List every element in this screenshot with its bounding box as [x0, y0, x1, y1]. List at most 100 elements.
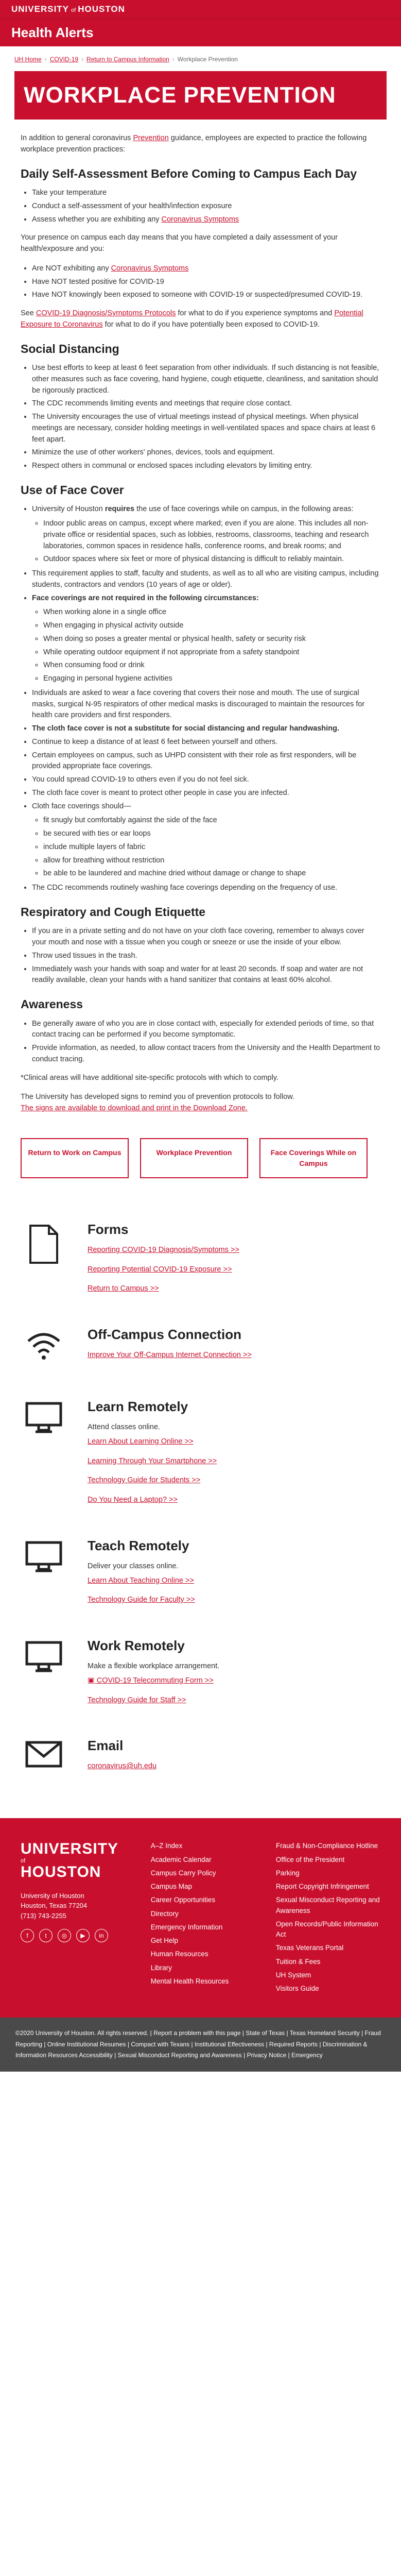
university-logo[interactable]: UNIVERSITY of HOUSTON	[11, 3, 125, 16]
page-title: WORKPLACE PREVENTION	[24, 82, 336, 108]
list-item: fit snugly but comfortably against the s…	[43, 815, 380, 826]
twitter-icon[interactable]: t	[39, 1929, 53, 1943]
logo-university-text: UNIVERSITY	[11, 4, 69, 14]
workplace-prevention-button[interactable]: Workplace Prevention	[140, 1138, 248, 1178]
breadcrumb-separator: ›	[172, 56, 175, 63]
link-text: COVID-19 Telecommuting Form >>	[96, 1676, 214, 1685]
signs-paragraph: The University has developed signs to re…	[21, 1092, 380, 1114]
telecommuting-form-link[interactable]: ▣ COVID-19 Telecommuting Form >>	[88, 1675, 219, 1687]
site-title[interactable]: Health Alerts	[11, 23, 93, 43]
footer-link[interactable]: Texas Veterans Portal	[276, 1943, 380, 1953]
footer-link[interactable]: Campus Carry Policy	[151, 1868, 255, 1878]
site-footer: UNIVERSITY of HOUSTON University of Hous…	[0, 1818, 401, 2018]
footer-link[interactable]: Human Resources	[151, 1949, 255, 1959]
list-item-text: University of Houston	[32, 505, 105, 514]
footer-link[interactable]: Academic Calendar	[151, 1855, 255, 1865]
list-item: Outdoor spaces where six feet or more of…	[43, 554, 380, 565]
footer-link[interactable]: Library	[151, 1963, 255, 1973]
footer-link[interactable]: Tuition & Fees	[276, 1957, 380, 1967]
list-item: When working alone in a single office	[43, 607, 380, 618]
document-icon	[21, 1219, 67, 1266]
list-item: Face coverings are not required in the f…	[32, 593, 380, 685]
intro-paragraph: In addition to general coronavirus Preve…	[21, 133, 380, 156]
footer-link[interactable]: Open Records/Public Information Act	[276, 1919, 380, 1940]
footer-link[interactable]: Emergency Information	[151, 1922, 255, 1933]
prevention-link[interactable]: Prevention	[133, 134, 168, 142]
resource-body: Off-Campus Connection Improve Your Off-C…	[88, 1325, 252, 1375]
daily-heading: Daily Self-Assessment Before Coming to C…	[21, 166, 357, 180]
footer-link[interactable]: Report Copyright Infringement	[276, 1882, 380, 1892]
list-item: If you are in a private setting and do n…	[32, 926, 380, 948]
coronavirus-symptoms-link-2[interactable]: Coronavirus Symptoms	[111, 264, 189, 273]
footer-link[interactable]: Get Help	[151, 1936, 255, 1946]
download-zone-link[interactable]: The signs are available to download and …	[21, 1104, 248, 1112]
paragraph-text: for what to do if you experience symptom…	[176, 309, 335, 317]
footer-logo-houston: HOUSTON	[21, 1863, 101, 1881]
return-to-work-button[interactable]: Return to Work on Campus	[21, 1138, 129, 1178]
list-item: While operating outdoor equipment if not…	[43, 647, 380, 658]
list-item: Conduct a self-assessment of your health…	[32, 201, 380, 212]
reporting-diagnosis-link[interactable]: Reporting COVID-19 Diagnosis/Symptoms >>	[88, 1245, 239, 1256]
list-item: University of Houston requires the use o…	[32, 504, 380, 565]
footer-link[interactable]: Fraud & Non-Compliance Hotline	[276, 1841, 380, 1851]
intro-text: In addition to general coronavirus	[21, 134, 133, 142]
footer-link[interactable]: Campus Map	[151, 1882, 255, 1892]
resource-title: Teach Remotely	[88, 1537, 189, 1553]
requires-text: requires	[104, 505, 135, 514]
footer-link[interactable]: Directory	[151, 1909, 255, 1919]
faculty-tech-guide-link[interactable]: Technology Guide for Faculty >>	[88, 1595, 195, 1606]
copyright-links[interactable]: ©2020 University of Houston. All rights …	[15, 2029, 381, 2059]
return-nav-buttons: Return to Work on Campus Workplace Preve…	[0, 1128, 401, 1199]
list-item: When consuming food or drink	[43, 660, 380, 671]
footer-link[interactable]: UH System	[276, 1970, 380, 1980]
footer-link[interactable]: Career Opportunities	[151, 1895, 255, 1905]
footer-link[interactable]: Office of the President	[276, 1855, 380, 1865]
list-item-text: the use of face coverings while on campu…	[134, 505, 354, 514]
resource-text: Deliver your classes online.	[88, 1562, 179, 1570]
list-item-text: Cloth face coverings should—	[32, 802, 131, 810]
need-laptop-link[interactable]: Do You Need a Laptop? >>	[88, 1495, 217, 1506]
email-link[interactable]: coronavirus@uh.edu	[88, 1761, 156, 1772]
facebook-icon[interactable]: f	[21, 1929, 34, 1943]
instagram-icon[interactable]: ◎	[58, 1929, 71, 1943]
smartphone-learning-link[interactable]: Learning Through Your Smartphone >>	[88, 1456, 217, 1467]
footer-link[interactable]: Mental Health Resources	[151, 1976, 255, 1987]
monitor-icon	[21, 1536, 67, 1582]
resource-body: Teach Remotely Deliver your classes onli…	[88, 1536, 195, 1614]
resource-title: Forms	[88, 1221, 129, 1237]
list-item: Take your temperature	[32, 188, 380, 199]
linkedin-icon[interactable]: in	[95, 1929, 108, 1943]
resource-teach-remotely: Teach Remotely Deliver your classes onli…	[21, 1526, 380, 1625]
teach-online-link[interactable]: Learn About Teaching Online >>	[88, 1575, 195, 1587]
face-coverings-button[interactable]: Face Coverings While on Campus	[259, 1138, 368, 1178]
footer-logo[interactable]: UNIVERSITY of HOUSTON	[21, 1841, 130, 1880]
footer-link[interactable]: Parking	[276, 1868, 380, 1878]
document-icon: ▣	[88, 1676, 97, 1685]
footer-link[interactable]: Sexual Misconduct Reporting and Awarenes…	[276, 1895, 380, 1916]
breadcrumb-covid19[interactable]: COVID-19	[50, 55, 78, 64]
daily-see-paragraph: See COVID-19 Diagnosis/Symptoms Protocol…	[21, 308, 380, 331]
footer-brand: UNIVERSITY of HOUSTON University of Hous…	[21, 1841, 130, 1997]
student-tech-guide-link[interactable]: Technology Guide for Students >>	[88, 1475, 217, 1486]
footer-link[interactable]: Visitors Guide	[276, 1984, 380, 1994]
awareness-heading: Awareness	[21, 997, 83, 1011]
signs-text: The University has developed signs to re…	[21, 1093, 294, 1101]
coronavirus-symptoms-link[interactable]: Coronavirus Symptoms	[161, 215, 239, 224]
logo-houston-text: HOUSTON	[78, 4, 125, 14]
internet-connection-link[interactable]: Improve Your Off-Campus Internet Connect…	[88, 1350, 252, 1361]
footer-logo-university: UNIVERSITY	[21, 1840, 119, 1858]
reporting-exposure-link[interactable]: Reporting Potential COVID-19 Exposure >>	[88, 1264, 239, 1276]
list-item: When doing so poses a greater mental or …	[43, 634, 380, 645]
footer-link[interactable]: A–Z Index	[151, 1841, 255, 1851]
not-required-list: When working alone in a single office Wh…	[43, 607, 380, 685]
diagnosis-protocols-link[interactable]: COVID-19 Diagnosis/Symptoms Protocols	[36, 309, 176, 317]
wifi-icon	[21, 1325, 67, 1371]
resource-title: Work Remotely	[88, 1638, 185, 1653]
youtube-icon[interactable]: ▶	[76, 1929, 90, 1943]
learn-online-link[interactable]: Learn About Learning Online >>	[88, 1436, 217, 1448]
return-to-campus-link[interactable]: Return to Campus >>	[88, 1283, 239, 1295]
breadcrumb-uh-home[interactable]: UH Home	[14, 55, 42, 64]
footer-links-col1: A–Z Index Academic Calendar Campus Carry…	[151, 1841, 255, 1997]
breadcrumb-return-to-campus[interactable]: Return to Campus Information	[86, 55, 169, 64]
staff-tech-guide-link[interactable]: Technology Guide for Staff >>	[88, 1695, 219, 1706]
